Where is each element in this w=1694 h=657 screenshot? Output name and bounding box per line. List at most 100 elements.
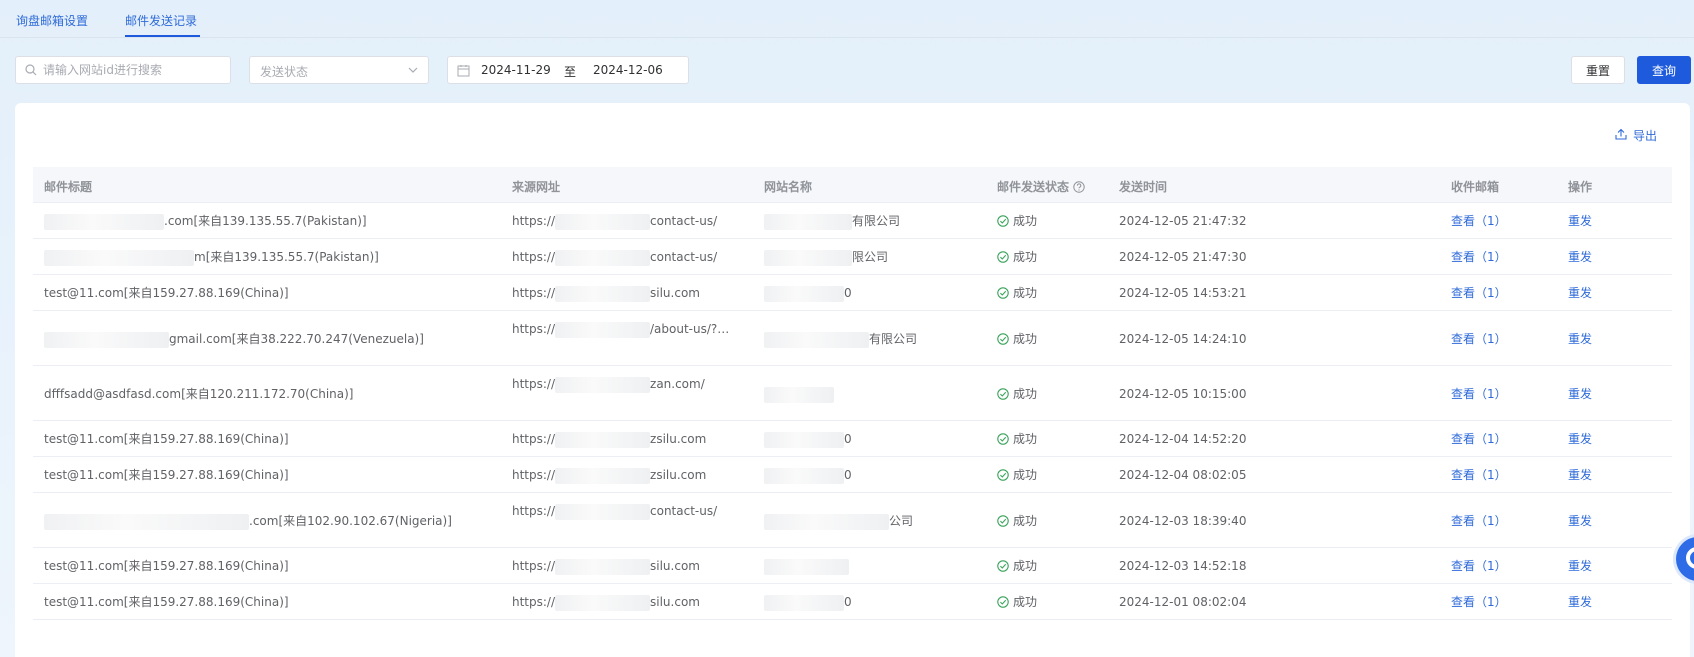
mail-title: test@11.com[来自159.27.88.169(China)] (44, 432, 289, 446)
records-table: 邮件标题 来源网址 网站名称 邮件发送状态 发送时间 收件邮箱 操作 .com[… (33, 167, 1672, 620)
site-name: 0 (844, 595, 852, 609)
redaction-mask (44, 331, 169, 348)
tab-mail-send-records[interactable]: 邮件发送记录 (125, 12, 197, 29)
reset-button[interactable]: 重置 (1571, 56, 1625, 84)
view-inbox-link[interactable]: 查看（1） (1451, 248, 1507, 266)
send-time: 2024-12-03 14:52:18 (1119, 559, 1247, 573)
send-time: 2024-12-05 10:15:00 (1119, 387, 1247, 401)
view-inbox-link[interactable]: 查看（1） (1451, 512, 1507, 530)
source-url-suffix: /about-us/?… (650, 322, 730, 336)
source-url-suffix: contact-us/ (650, 214, 718, 228)
check-circle-icon (997, 287, 1009, 299)
source-url-cell: https:// contact-us/ (512, 502, 742, 520)
redaction-mask (764, 213, 852, 230)
mail-title: test@11.com[来自159.27.88.169(China)] (44, 468, 289, 482)
site-name-cell: 限公司 (764, 248, 964, 266)
source-url-prefix: https:// (512, 250, 556, 264)
send-status: 成功 (1013, 286, 1038, 300)
check-circle-icon (997, 388, 1009, 400)
redaction-mask (555, 213, 651, 230)
table-row: m[来自139.135.55.7(Pakistan)] https:// cont… (33, 239, 1672, 275)
view-inbox-link[interactable]: 查看（1） (1451, 430, 1507, 448)
send-status: 成功 (1013, 250, 1038, 264)
view-inbox-link[interactable]: 查看（1） (1451, 330, 1507, 348)
mail-title: test@11.com[来自159.27.88.169(China)] (44, 559, 289, 573)
search-icon (25, 64, 37, 76)
date-start[interactable]: 2024-11-29 (481, 63, 551, 77)
view-inbox-link[interactable]: 查看（1） (1451, 557, 1507, 575)
mail-title-cell: dfffsadd@asdfasd.com[来自120.211.172.70(Ch… (44, 385, 484, 403)
col-inbox: 收件邮箱 (1451, 180, 1500, 194)
resend-link[interactable]: 重发 (1568, 512, 1592, 530)
table-row: gmail.com[来自38.222.70.247(Venezuela)] ht… (33, 311, 1672, 366)
source-url-cell: https:// zsilu.com (512, 466, 742, 484)
table-row: test@11.com[来自159.27.88.169(China)] http… (33, 421, 1672, 457)
redaction-mask (764, 285, 844, 302)
col-title: 邮件标题 (44, 180, 93, 194)
upload-icon (1615, 128, 1627, 140)
date-end[interactable]: 2024-12-06 (593, 63, 663, 77)
table-row: .com[来自139.135.55.7(Pakistan)] https:// c… (33, 203, 1672, 239)
search-field[interactable] (15, 56, 231, 84)
source-url-cell: https:// contact-us/ (512, 248, 742, 266)
send-status-cell: 成功 (997, 593, 1037, 611)
site-name: 0 (844, 432, 852, 446)
resend-link[interactable]: 重发 (1568, 248, 1592, 266)
check-circle-icon (997, 469, 1009, 481)
mail-title-cell: test@11.com[来自159.27.88.169(China)] (44, 593, 484, 611)
col-site: 网站名称 (764, 180, 813, 194)
send-time: 2024-12-05 21:47:30 (1119, 250, 1247, 264)
send-status-select[interactable]: 发送状态 (249, 56, 429, 84)
mail-title: test@11.com[来自159.27.88.169(China)] (44, 595, 289, 609)
mail-title-cell: test@11.com[来自159.27.88.169(China)] (44, 284, 484, 302)
redaction-mask (764, 386, 834, 403)
mail-title: .com[来自139.135.55.7(Pakistan)] (164, 214, 367, 228)
source-url-cell: https:// zsilu.com (512, 430, 742, 448)
source-url-cell: https:// silu.com (512, 593, 742, 611)
source-url-suffix: zsilu.com (650, 468, 707, 482)
query-button[interactable]: 查询 (1637, 56, 1691, 84)
send-status: 成功 (1013, 432, 1038, 446)
date-range-picker[interactable]: 2024-11-29 至 2024-12-06 (447, 56, 689, 84)
source-url-prefix: https:// (512, 432, 556, 446)
search-input[interactable] (43, 57, 228, 83)
view-inbox-link[interactable]: 查看（1） (1451, 593, 1507, 611)
chevron-down-icon (408, 67, 418, 73)
resend-link[interactable]: 重发 (1568, 593, 1592, 611)
calendar-icon (457, 65, 470, 77)
send-status-cell: 成功 (997, 557, 1037, 575)
source-url-prefix: https:// (512, 468, 556, 482)
resend-link[interactable]: 重发 (1568, 284, 1592, 302)
check-circle-icon (997, 433, 1009, 445)
site-name-cell: 0 (764, 284, 964, 302)
source-url-cell: https:// /about-us/?… (512, 320, 742, 338)
site-name-cell: 有限公司 (764, 330, 964, 348)
resend-link[interactable]: 重发 (1568, 557, 1592, 575)
mail-title-cell: test@11.com[来自159.27.88.169(China)] (44, 466, 484, 484)
site-name: 有限公司 (869, 332, 918, 346)
resend-link[interactable]: 重发 (1568, 385, 1592, 403)
resend-link[interactable]: 重发 (1568, 466, 1592, 484)
site-name-cell: 0 (764, 430, 964, 448)
redaction-mask (555, 467, 651, 484)
resend-link[interactable]: 重发 (1568, 212, 1592, 230)
view-inbox-link[interactable]: 查看（1） (1451, 385, 1507, 403)
mail-title-cell: gmail.com[来自38.222.70.247(Venezuela)] (44, 330, 484, 348)
view-inbox-link[interactable]: 查看（1） (1451, 466, 1507, 484)
site-name: 限公司 (852, 250, 889, 264)
view-inbox-link[interactable]: 查看（1） (1451, 212, 1507, 230)
question-circle-icon[interactable] (1073, 181, 1085, 193)
source-url-prefix: https:// (512, 559, 556, 573)
redaction-mask (44, 249, 194, 266)
site-name: 有限公司 (852, 214, 901, 228)
tab-inquiry-mailbox-settings[interactable]: 询盘邮箱设置 (16, 12, 88, 29)
resend-link[interactable]: 重发 (1568, 330, 1592, 348)
view-inbox-link[interactable]: 查看（1） (1451, 284, 1507, 302)
mail-title: .com[来自102.90.102.67(Nigeria)] (249, 514, 452, 528)
source-url-suffix: contact-us/ (650, 504, 718, 518)
send-time: 2024-12-04 14:52:20 (1119, 432, 1247, 446)
active-tab-indicator (125, 35, 200, 37)
resend-link[interactable]: 重发 (1568, 430, 1592, 448)
redaction-mask (555, 285, 651, 302)
col-status: 邮件发送状态 (997, 178, 1085, 195)
